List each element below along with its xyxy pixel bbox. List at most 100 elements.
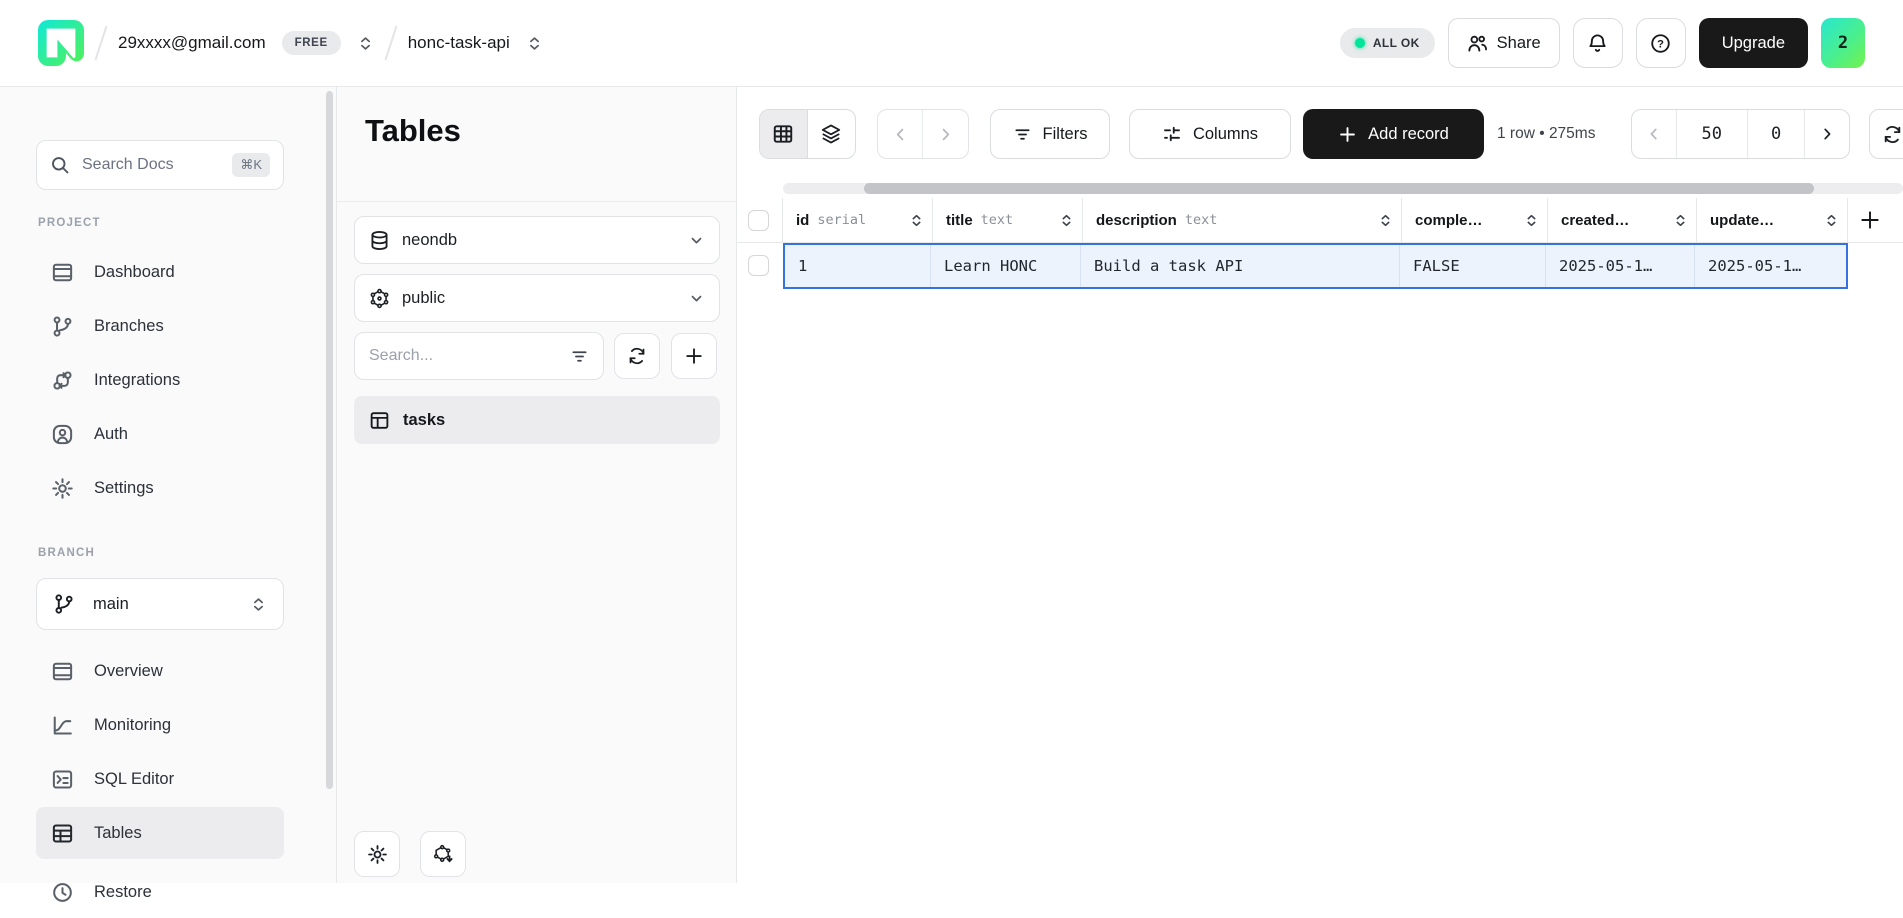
sort-icon[interactable]	[1673, 213, 1688, 228]
row-checkbox[interactable]	[748, 255, 769, 276]
horizontal-scrollbar-thumb[interactable]	[864, 183, 1814, 194]
cell-id[interactable]: 1	[785, 245, 931, 287]
cell-description[interactable]: Build a task API	[1081, 245, 1400, 287]
share-button[interactable]: Share	[1448, 18, 1560, 68]
database-icon	[369, 230, 390, 251]
notification-count-badge[interactable]: 2	[1821, 18, 1865, 68]
branch-selector[interactable]: main	[36, 578, 284, 630]
window-icon	[50, 660, 74, 683]
add-column-button[interactable]	[1859, 209, 1881, 231]
sidebar-item-auth[interactable]: Auth	[36, 408, 284, 460]
grid-view-button[interactable]	[760, 110, 808, 158]
tables-panel: Tables neondb public	[336, 87, 737, 883]
export-schema-button[interactable]	[420, 831, 466, 877]
panel-divider	[337, 201, 736, 202]
sort-icon[interactable]	[1059, 213, 1074, 228]
column-header-completed[interactable]: comple…	[1402, 198, 1548, 242]
sort-icon[interactable]	[1524, 213, 1539, 228]
layers-view-button[interactable]	[808, 110, 856, 158]
prev-page-button[interactable]	[1632, 110, 1676, 158]
sidebar-item-label: SQL Editor	[94, 770, 174, 789]
sidebar-item-sql-editor[interactable]: SQL Editor	[36, 753, 284, 805]
cell-completed[interactable]: FALSE	[1400, 245, 1546, 287]
cell-title[interactable]: Learn HONC	[931, 245, 1081, 287]
breadcrumb-project[interactable]: honc-task-api	[408, 33, 510, 53]
filters-label: Filters	[1043, 125, 1088, 144]
sort-icon[interactable]	[1378, 213, 1393, 228]
neon-logo-icon[interactable]	[38, 20, 84, 66]
git-branch-icon	[50, 315, 74, 338]
data-view: Filters Columns Add record 1 row • 275ms…	[737, 87, 1903, 883]
people-icon	[1467, 33, 1488, 54]
cell-created[interactable]: 2025-05-1…	[1546, 245, 1695, 287]
chevron-up-down-icon[interactable]	[526, 35, 543, 52]
sort-icon[interactable]	[909, 213, 924, 228]
table-row[interactable]: 1 Learn HONC Build a task API FALSE 2025…	[783, 243, 1848, 289]
back-button[interactable]	[878, 110, 923, 158]
help-button[interactable]: ?	[1636, 18, 1686, 68]
schema-select[interactable]: public	[354, 274, 720, 322]
notifications-button[interactable]	[1573, 18, 1623, 68]
breadcrumb-separator	[384, 26, 397, 61]
columns-label: Columns	[1193, 125, 1258, 144]
sort-icon[interactable]	[1824, 213, 1839, 228]
column-header-created[interactable]: created…	[1548, 198, 1697, 242]
sidebar-item-branches[interactable]: Branches	[36, 300, 284, 352]
forward-button[interactable]	[923, 110, 968, 158]
filters-button[interactable]: Filters	[990, 109, 1110, 159]
sidebar-item-settings[interactable]: Settings	[36, 462, 284, 514]
branch-selector-value: main	[93, 595, 129, 614]
filter-lines-icon[interactable]	[570, 347, 589, 366]
page-offset-field[interactable]: 0	[1747, 110, 1804, 158]
search-icon	[50, 155, 70, 175]
chevron-up-down-icon[interactable]	[357, 35, 374, 52]
schema-select-value: public	[402, 289, 445, 308]
next-page-button[interactable]	[1804, 110, 1849, 158]
add-table-button[interactable]	[671, 333, 717, 379]
column-name: created…	[1561, 212, 1629, 229]
database-select-value: neondb	[402, 231, 457, 250]
filter-lines-icon	[1013, 125, 1032, 144]
breadcrumb-org[interactable]: 29xxxx@gmail.com	[118, 33, 266, 53]
page-title: Tables	[365, 113, 461, 149]
cell-updated[interactable]: 2025-05-1…	[1695, 245, 1846, 287]
column-header-updated[interactable]: update…	[1697, 198, 1848, 242]
share-label: Share	[1497, 34, 1541, 53]
columns-button[interactable]: Columns	[1129, 109, 1291, 159]
column-header-description[interactable]: description text	[1083, 198, 1402, 242]
sidebar-scrollbar[interactable]	[326, 91, 333, 789]
table-search	[354, 332, 604, 380]
select-all-checkbox[interactable]	[748, 210, 769, 231]
panel-settings-button[interactable]	[354, 831, 400, 877]
status-badge[interactable]: ALL OK	[1340, 28, 1435, 58]
table-list-item-tasks[interactable]: tasks	[354, 396, 720, 444]
column-type: text	[981, 212, 1014, 228]
sidebar-item-overview[interactable]: Overview	[36, 645, 284, 697]
page-size-field[interactable]: 50	[1676, 110, 1747, 158]
table-grid-icon	[50, 822, 74, 845]
plus-icon	[1338, 125, 1357, 144]
sidebar-item-label: Integrations	[94, 371, 180, 390]
table-list-item-label: tasks	[403, 411, 445, 430]
table-search-input[interactable]	[369, 347, 539, 365]
horizontal-scrollbar[interactable]	[783, 183, 1903, 194]
column-header-id[interactable]: id serial	[783, 198, 933, 242]
chevron-down-icon	[688, 290, 705, 307]
sidebar-item-label: Overview	[94, 662, 163, 681]
sidebar-item-tables[interactable]: Tables	[36, 807, 284, 859]
pagination: 50 0	[1631, 109, 1850, 159]
sidebar-item-restore[interactable]: Restore	[36, 866, 284, 918]
sidebar-item-label: Restore	[94, 883, 152, 902]
refresh-data-button[interactable]	[1869, 109, 1903, 159]
sidebar-item-dashboard[interactable]: Dashboard	[36, 246, 284, 298]
upgrade-button[interactable]: Upgrade	[1699, 18, 1808, 68]
chevron-up-down-icon	[250, 596, 267, 613]
schema-icon	[369, 288, 390, 309]
sidebar-item-integrations[interactable]: Integrations	[36, 354, 284, 406]
search-docs-button[interactable]: Search Docs ⌘K	[36, 140, 284, 190]
add-record-button[interactable]: Add record	[1303, 109, 1484, 159]
column-header-title[interactable]: title text	[933, 198, 1083, 242]
database-select[interactable]: neondb	[354, 216, 720, 264]
refresh-tables-button[interactable]	[614, 333, 660, 379]
sidebar-item-monitoring[interactable]: Monitoring	[36, 699, 284, 751]
